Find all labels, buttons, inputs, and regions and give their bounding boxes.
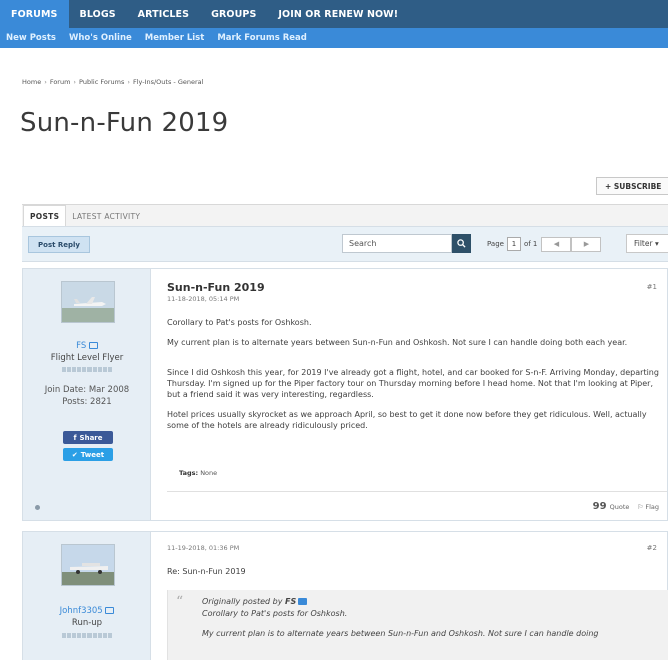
tweet-label: Tweet [80,450,105,459]
post-paragraph: Hotel prices usually skyrocket as we app… [167,410,647,430]
breadcrumb: Home › Forum › Public Forums › Fly-Ins/Outs - … [22,78,203,86]
chevron-right-icon: › [44,78,47,86]
avatar[interactable] [61,544,115,586]
chevron-right-icon: › [73,78,77,86]
post-2: Johnf3305 Run-up 11-19-2018, 01:36 PM #2… [22,531,668,660]
post-count: Posts: 2821 [62,397,112,407]
quote-block: “ Originally posted by FS Corollary to P… [167,590,668,660]
prev-page-button[interactable]: ◀ [541,236,572,252]
post-number-link[interactable]: #1 [647,283,657,291]
nav-tab-blogs[interactable]: BLOGS [69,0,127,28]
breadcrumb-forum[interactable]: Forum [50,78,71,86]
chevron-left-icon: ◀ [553,240,560,248]
facebook-icon: f [73,433,77,442]
flag-label: Flag [645,502,659,511]
page-label: Page [487,240,504,248]
flag-button[interactable]: ⚐ Flag [637,503,659,511]
avatar[interactable] [61,281,115,323]
twitter-icon: ✔ [71,450,78,459]
post-date: 11-19-2018, 01:36 PM [167,544,240,552]
post-actions: 99 Quote ⚐ Flag [593,501,659,512]
join-date: Join Date: Mar 2008 [44,385,130,395]
breadcrumb-public-forums[interactable]: Public Forums [79,78,124,86]
tab-latest-activity[interactable]: LATEST ACTIVITY [66,212,146,226]
nav-tab-articles[interactable]: ARTICLES [127,0,200,28]
quote-label: Quote [609,503,630,511]
tab-posts[interactable]: POSTS [23,205,67,226]
filter-dropdown[interactable]: Filter ▾ [626,234,668,253]
page-title: Sun-n-Fun 2019 [20,108,229,138]
post-author-sidebar: Johnf3305 Run-up [23,532,151,660]
post-number-link[interactable]: #2 [647,544,657,552]
page-number-input[interactable]: 1 [506,237,521,251]
nav-tab-join[interactable]: JOIN OR RENEW NOW! [267,0,409,28]
subnav-mark-read[interactable]: Mark Forums Read [217,33,307,43]
quote-line: My current plan is to alternate years be… [202,629,599,638]
share-label: Share [79,433,103,442]
page-total: of 1 [523,240,538,248]
search-input[interactable]: Search [342,234,452,253]
airplane-avatar-image [62,545,114,585]
quote-line: Corollary to Pat's posts for Oshkosh. [202,609,348,618]
subscribe-button[interactable]: + SUBSCRIBE [596,177,668,195]
post-title: Sun-n-Fun 2019 [167,281,265,294]
post-divider [167,491,667,492]
quote-author[interactable]: FS [285,597,296,606]
author-rank: Flight Level Flyer [50,353,124,363]
quote-button[interactable]: 99 Quote [593,501,630,512]
author-name[interactable]: FS [76,341,86,351]
tags-label: Tags: [179,469,199,477]
chevron-right-icon: ▶ [583,240,590,248]
top-nav: FORUMS BLOGS ARTICLES GROUPS JOIN OR REN… [0,0,668,28]
search-button[interactable] [452,234,471,253]
thread-tabs: POSTS LATEST ACTIVITY [22,204,668,226]
thread-toolbar: Post Reply Search Page 1 of 1 ◀ ▶ Filter… [22,226,668,262]
facebook-share-button[interactable]: f Share [63,431,113,444]
author-username[interactable]: FS [23,341,151,351]
author-name[interactable]: Johnf3305 [60,606,103,616]
author-rank: Run-up [71,618,103,628]
next-page-button[interactable]: ▶ [571,236,602,252]
offline-status-icon [35,505,40,510]
post-paragraph: Since I did Oshkosh this year, for 2019 … [167,368,659,399]
chevron-right-icon: › [127,78,130,86]
subnav-member-list[interactable]: Member List [145,33,205,43]
message-icon[interactable] [105,607,115,614]
breadcrumb-fly-ins[interactable]: Fly-Ins/Outs - General [133,78,204,86]
quote-mark-icon: “ [176,594,184,610]
subnav-new-posts[interactable]: New Posts [6,33,56,43]
reply-title: Re: Sun-n-Fun 2019 [167,567,246,576]
nav-tab-groups[interactable]: GROUPS [200,0,267,28]
reputation-bar [62,633,112,638]
twitter-tweet-button[interactable]: ✔ Tweet [63,448,113,461]
post-paragraph: Corollary to Pat's posts for Oshkosh. [167,318,312,327]
post-paragraph: My current plan is to alternate years be… [167,338,628,347]
post-date: 11-18-2018, 05:14 PM [167,295,240,303]
pagination: Page 1 of 1 ◀ ▶ [487,235,602,253]
tags-value: None [200,469,218,477]
message-icon[interactable] [88,342,98,349]
view-post-icon[interactable] [298,598,308,605]
post-tags: Tags: None [179,469,217,477]
sub-nav: New Posts Who's Online Member List Mark … [0,28,668,48]
breadcrumb-home[interactable]: Home [22,78,41,86]
search-icon [457,239,466,248]
quote-prefix: Originally posted by [202,597,283,606]
post-reply-button[interactable]: Post Reply [28,236,90,253]
post-author-sidebar: FS Flight Level Flyer Join Date: Mar 200… [23,269,151,520]
quote-icon: 99 [592,501,607,512]
post-1: FS Flight Level Flyer Join Date: Mar 200… [22,268,668,521]
airplane-avatar-image [62,282,114,322]
subnav-whos-online[interactable]: Who's Online [69,33,132,43]
quote-attribution: Originally posted by FS [202,596,662,607]
nav-tab-forums[interactable]: FORUMS [0,0,69,28]
author-username[interactable]: Johnf3305 [23,606,151,616]
flag-icon: ⚐ [637,502,644,511]
reputation-bar [62,367,112,372]
